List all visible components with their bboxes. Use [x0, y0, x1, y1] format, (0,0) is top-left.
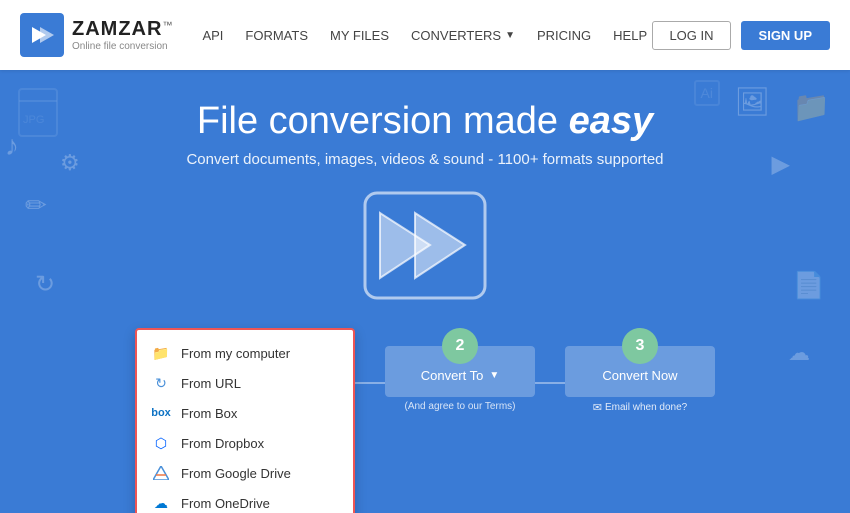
- from-onedrive-option[interactable]: ☁ From OneDrive: [137, 488, 353, 513]
- from-computer-option[interactable]: 📁 From my computer: [137, 338, 353, 368]
- nav-buttons: LOG IN SIGN UP: [652, 21, 830, 50]
- signup-button[interactable]: SIGN UP: [741, 21, 830, 50]
- login-button[interactable]: LOG IN: [652, 21, 730, 50]
- hero-title: File conversion made easy: [0, 100, 850, 143]
- big-logo: [360, 188, 490, 308]
- chevron-down-icon: ▼: [505, 30, 515, 41]
- from-url-option[interactable]: ↻ From URL: [137, 368, 353, 398]
- onedrive-icon: ☁: [151, 495, 171, 511]
- nav-links: API FORMATS MY FILES CONVERTERS ▼ PRICIN…: [202, 28, 652, 43]
- logo: ZAMZAR™ Online file conversion: [20, 13, 172, 57]
- step2-area: 2 Convert To ▼ (And agree to our Terms): [385, 328, 535, 412]
- step3-bubble: 3: [622, 328, 658, 364]
- step-connector-2: [535, 382, 565, 384]
- step3-area: 3 Convert Now ✉ Email when done?: [565, 328, 715, 414]
- gdrive-icon: [151, 465, 171, 481]
- nav-api[interactable]: API: [202, 28, 223, 43]
- upload-section: 📁 From my computer ↻ From URL box From B…: [0, 328, 850, 513]
- logo-text: ZAMZAR™ Online file conversion: [72, 18, 172, 52]
- from-gdrive-option[interactable]: From Google Drive: [137, 458, 353, 488]
- box-icon: box: [151, 405, 171, 421]
- nav-pricing[interactable]: PRICING: [537, 28, 591, 43]
- folder-icon: 📁: [151, 345, 171, 361]
- step2-bubble: 2: [442, 328, 478, 364]
- nav-converters[interactable]: CONVERTERS ▼: [411, 28, 515, 43]
- nav-formats[interactable]: FORMATS: [245, 28, 308, 43]
- terms-label: (And agree to our Terms): [405, 401, 516, 412]
- step-connector-1: [355, 382, 385, 384]
- email-icon: ✉: [593, 401, 602, 414]
- url-icon: ↻: [151, 375, 171, 391]
- logo-tagline: Online file conversion: [72, 41, 172, 52]
- dropbox-icon: ⬡: [151, 435, 171, 451]
- nav-help[interactable]: HELP: [613, 28, 647, 43]
- hero-content: File conversion made easy Convert docume…: [0, 70, 850, 308]
- from-dropbox-option[interactable]: ⬡ From Dropbox: [137, 428, 353, 458]
- chevron-down-icon: ▼: [489, 370, 499, 381]
- nav-myfiles[interactable]: MY FILES: [330, 28, 389, 43]
- logo-icon: [20, 13, 64, 57]
- navbar: ZAMZAR™ Online file conversion API FORMA…: [0, 0, 850, 70]
- hero-section: JPG ♪ ✏ 📁 🖼 ⚙ ▶ 📄 ☁ Ai ↻ File conversion…: [0, 70, 850, 513]
- email-label: ✉ Email when done?: [593, 401, 688, 414]
- hero-subtitle: Convert documents, images, videos & soun…: [0, 151, 850, 168]
- from-box-option[interactable]: box From Box: [137, 398, 353, 428]
- source-dropdown: 📁 From my computer ↻ From URL box From B…: [135, 328, 355, 513]
- step1-area: 📁 From my computer ↻ From URL box From B…: [135, 328, 355, 513]
- logo-name: ZAMZAR™: [72, 18, 172, 41]
